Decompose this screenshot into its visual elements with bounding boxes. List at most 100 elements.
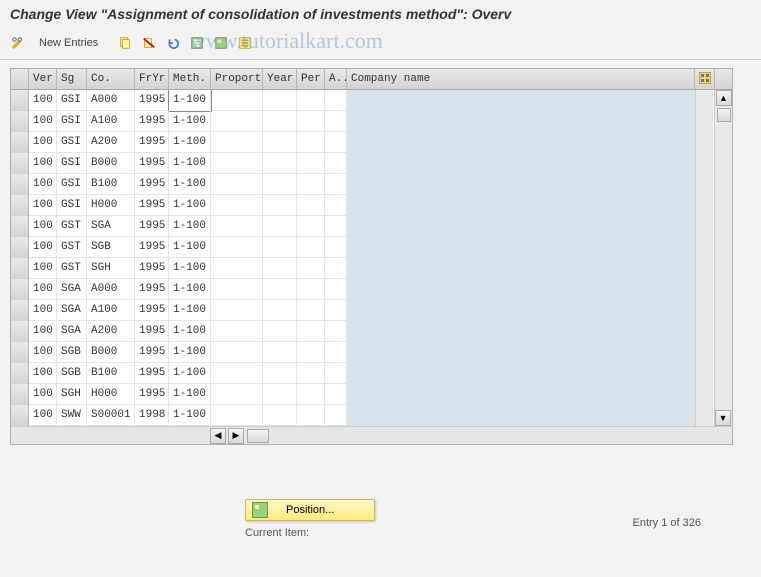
cell-a[interactable] — [325, 342, 347, 363]
cell-fryr[interactable]: 1995 — [135, 153, 169, 174]
cell-meth[interactable]: 1-100 — [169, 174, 211, 195]
cell-proport[interactable] — [211, 216, 263, 237]
cell-year[interactable] — [263, 153, 297, 174]
cell-sg[interactable]: GST — [57, 237, 87, 258]
cell-ver[interactable]: 100 — [29, 195, 57, 216]
row-selector[interactable] — [11, 111, 29, 132]
cell-fryr[interactable]: 1995 — [135, 216, 169, 237]
cell-proport[interactable] — [211, 132, 263, 153]
cell-meth[interactable]: 1-100 — [169, 132, 211, 153]
cell-a[interactable] — [325, 300, 347, 321]
cell-sg[interactable]: GSI — [57, 132, 87, 153]
cell-sg[interactable]: SGA — [57, 300, 87, 321]
cell-company-name[interactable] — [347, 363, 695, 384]
col-fryr[interactable]: FrYr — [135, 69, 169, 89]
cell-ver[interactable]: 100 — [29, 174, 57, 195]
table-row[interactable]: 100GSTSGH19951-100 — [11, 258, 732, 279]
cell-fryr[interactable]: 1995 — [135, 321, 169, 342]
cell-fryr[interactable]: 1995 — [135, 237, 169, 258]
cell-proport[interactable] — [211, 237, 263, 258]
cell-meth[interactable]: 1-100 — [169, 111, 211, 132]
hscroll-thumb[interactable] — [247, 429, 269, 443]
cell-ver[interactable]: 100 — [29, 132, 57, 153]
cell-meth[interactable]: 1-100 — [169, 321, 211, 342]
table-row[interactable]: 100SGBB10019951-100 — [11, 363, 732, 384]
cell-sg[interactable]: SGB — [57, 363, 87, 384]
vertical-scrollbar[interactable]: ▲ ▼ — [714, 90, 732, 426]
cell-a[interactable] — [325, 90, 347, 111]
col-a[interactable]: A... — [325, 69, 347, 89]
cell-co[interactable]: A000 — [87, 90, 135, 111]
col-year[interactable]: Year — [263, 69, 297, 89]
row-selector[interactable] — [11, 321, 29, 342]
table-row[interactable]: 100GSIA20019951-100 — [11, 132, 732, 153]
cell-a[interactable] — [325, 363, 347, 384]
col-co[interactable]: Co. — [87, 69, 135, 89]
cell-fryr[interactable]: 1995 — [135, 132, 169, 153]
cell-sg[interactable]: SGB — [57, 342, 87, 363]
cell-sg[interactable]: GSI — [57, 174, 87, 195]
table-row[interactable]: 100GSIH00019951-100 — [11, 195, 732, 216]
row-selector[interactable] — [11, 384, 29, 405]
cell-proport[interactable] — [211, 279, 263, 300]
cell-company-name[interactable] — [347, 237, 695, 258]
cell-meth[interactable]: 1-100 — [169, 237, 211, 258]
cell-ver[interactable]: 100 — [29, 279, 57, 300]
row-selector[interactable] — [11, 90, 29, 111]
cell-per[interactable] — [297, 300, 325, 321]
cell-year[interactable] — [263, 342, 297, 363]
cell-meth[interactable]: 1-100 — [169, 300, 211, 321]
cell-proport[interactable] — [211, 321, 263, 342]
deselect-all-button[interactable] — [235, 33, 255, 53]
col-selector[interactable] — [11, 69, 29, 89]
table-row[interactable]: 100SGBB00019951-100 — [11, 342, 732, 363]
cell-sg[interactable]: GST — [57, 216, 87, 237]
cell-year[interactable] — [263, 237, 297, 258]
cell-meth[interactable]: 1-100 — [169, 90, 211, 111]
cell-meth[interactable]: 1-100 — [169, 153, 211, 174]
row-selector[interactable] — [11, 216, 29, 237]
row-selector[interactable] — [11, 195, 29, 216]
cell-company-name[interactable] — [347, 216, 695, 237]
cell-company-name[interactable] — [347, 153, 695, 174]
scroll-right-icon[interactable]: ▶ — [228, 428, 244, 444]
cell-fryr[interactable]: 1995 — [135, 300, 169, 321]
cell-co[interactable]: A200 — [87, 132, 135, 153]
cell-per[interactable] — [297, 237, 325, 258]
cell-proport[interactable] — [211, 195, 263, 216]
scroll-left-icon[interactable]: ◀ — [210, 428, 226, 444]
cell-ver[interactable]: 100 — [29, 258, 57, 279]
row-selector[interactable] — [11, 132, 29, 153]
cell-a[interactable] — [325, 405, 347, 426]
cell-ver[interactable]: 100 — [29, 405, 57, 426]
cell-fryr[interactable]: 1995 — [135, 279, 169, 300]
cell-ver[interactable]: 100 — [29, 384, 57, 405]
cell-company-name[interactable] — [347, 342, 695, 363]
cell-company-name[interactable] — [347, 258, 695, 279]
cell-year[interactable] — [263, 195, 297, 216]
col-meth[interactable]: Meth. — [169, 69, 211, 89]
row-selector[interactable] — [11, 279, 29, 300]
row-selector[interactable] — [11, 258, 29, 279]
cell-per[interactable] — [297, 216, 325, 237]
cell-co[interactable]: A100 — [87, 111, 135, 132]
cell-proport[interactable] — [211, 363, 263, 384]
cell-meth[interactable]: 1-100 — [169, 405, 211, 426]
col-ver[interactable]: Ver — [29, 69, 57, 89]
col-proport[interactable]: Proport. — [211, 69, 263, 89]
cell-company-name[interactable] — [347, 195, 695, 216]
table-row[interactable]: 100GSIA00019951-100 — [11, 90, 732, 111]
cell-fryr[interactable]: 1995 — [135, 174, 169, 195]
cell-meth[interactable]: 1-100 — [169, 384, 211, 405]
cell-ver[interactable]: 100 — [29, 111, 57, 132]
cell-year[interactable] — [263, 384, 297, 405]
delete-button[interactable] — [139, 33, 159, 53]
cell-fryr[interactable]: 1995 — [135, 342, 169, 363]
cell-fryr[interactable]: 1995 — [135, 111, 169, 132]
toggle-button[interactable] — [8, 33, 28, 53]
cell-a[interactable] — [325, 237, 347, 258]
select-all-button[interactable] — [187, 33, 207, 53]
cell-co[interactable]: SGH — [87, 258, 135, 279]
table-row[interactable]: 100GSIA10019951-100 — [11, 111, 732, 132]
cell-proport[interactable] — [211, 300, 263, 321]
